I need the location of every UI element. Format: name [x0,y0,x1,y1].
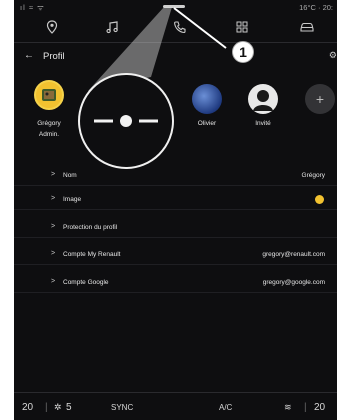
magnifier-cone [88,7,227,91]
separator: | [45,402,48,413]
magnifier-zoom [78,73,174,169]
separator: | [304,402,307,413]
seat-heat-icon[interactable]: ≋ [284,402,292,413]
climate-bar: 20 | ✲ 5 SYNC A/C ≋ | 20 [14,392,337,420]
ac-button[interactable]: A/C [219,403,232,412]
sync-button[interactable]: SYNC [111,403,133,412]
profile-screen: ıl ≈ ᯤ 16°C · 20: ← Profil ⚙ Grégory Adm… [14,0,337,420]
fan-speed[interactable]: 5 [66,402,72,413]
temperature-right[interactable]: 20 [314,402,325,413]
callout-number: 1 [232,41,254,63]
fan-icon: ✲ [54,402,62,412]
temperature-left[interactable]: 20 [22,402,33,413]
